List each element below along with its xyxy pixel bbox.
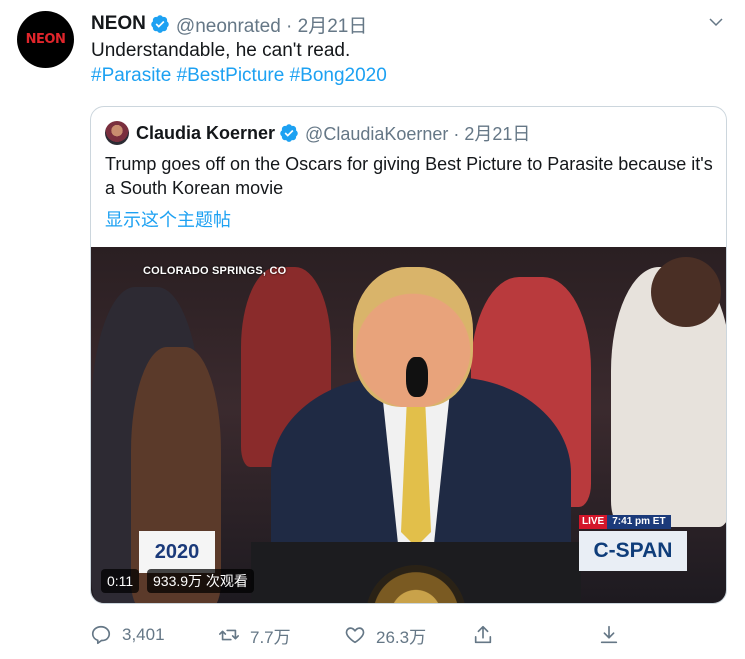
- reply-button[interactable]: 3,401: [90, 622, 165, 648]
- live-label: LIVE: [579, 515, 608, 529]
- video-views-badge: 933.9万 次观看: [147, 569, 254, 593]
- share-icon: [474, 625, 492, 644]
- show-thread-link[interactable]: 显示这个主题帖: [105, 206, 231, 232]
- quoted-header: Claudia Koerner @ClaudiaKoerner · 2月21日: [136, 121, 530, 145]
- network-logo: C-SPAN: [579, 531, 687, 571]
- quoted-tweet[interactable]: Claudia Koerner @ClaudiaKoerner · 2月21日 …: [90, 106, 727, 604]
- hashtag-link[interactable]: #Bong2020: [290, 65, 387, 86]
- author-name[interactable]: NEON: [91, 13, 146, 35]
- retweet-count: 7.7万: [250, 627, 291, 647]
- microphone: [406, 357, 428, 397]
- tweet-header: NEON @neonrated · 2月21日: [91, 11, 367, 38]
- live-time: 7:41 pm ET: [607, 515, 671, 529]
- share-button[interactable]: [472, 622, 504, 648]
- live-indicator: LIVE 7:41 pm ET: [579, 515, 671, 529]
- author-handle-date[interactable]: @neonrated · 2月21日: [176, 11, 367, 38]
- location-caption: COLORADO SPRINGS, CO: [143, 265, 287, 277]
- avatar-logo-text: NEON: [25, 32, 66, 47]
- quoted-avatar[interactable]: [105, 121, 129, 145]
- verified-icon: [151, 15, 169, 33]
- video-player[interactable]: COLORADO SPRINGS, CO 2020 LIVE 7:41 pm E…: [91, 247, 726, 603]
- like-button[interactable]: 26.3万: [344, 622, 426, 648]
- tweet[interactable]: NEON NEON @neonrated · 2月21日 Understanda…: [0, 0, 745, 659]
- retweet-button[interactable]: 7.7万: [218, 622, 291, 648]
- hashtag-link[interactable]: #Parasite: [91, 65, 171, 86]
- quoted-author-name[interactable]: Claudia Koerner: [136, 123, 275, 144]
- download-button[interactable]: [598, 622, 630, 648]
- like-count: 26.3万: [376, 627, 427, 647]
- retweet-icon: [219, 629, 239, 641]
- reply-count: 3,401: [122, 625, 165, 644]
- chevron-down-icon[interactable]: [707, 13, 725, 31]
- like-icon: [345, 627, 365, 644]
- verified-icon: [280, 124, 298, 142]
- campaign-2020-sign: 2020: [139, 531, 215, 573]
- hashtag-list: #Parasite #BestPicture #Bong2020: [91, 64, 387, 88]
- video-duration-badge: 0:11: [101, 569, 140, 593]
- hashtag-link[interactable]: #BestPicture: [177, 65, 285, 86]
- tweet-text: Understandable, he can't read.: [91, 40, 351, 61]
- quoted-text: Trump goes off on the Oscars for giving …: [105, 154, 713, 198]
- quoted-handle-date[interactable]: @ClaudiaKoerner · 2月21日: [305, 120, 530, 146]
- crowd-figure: [651, 257, 721, 327]
- avatar[interactable]: NEON: [17, 11, 74, 68]
- action-bar: 3,401 7.7万 26.3万: [90, 622, 650, 648]
- download-icon: [600, 625, 618, 644]
- reply-icon: [91, 625, 111, 645]
